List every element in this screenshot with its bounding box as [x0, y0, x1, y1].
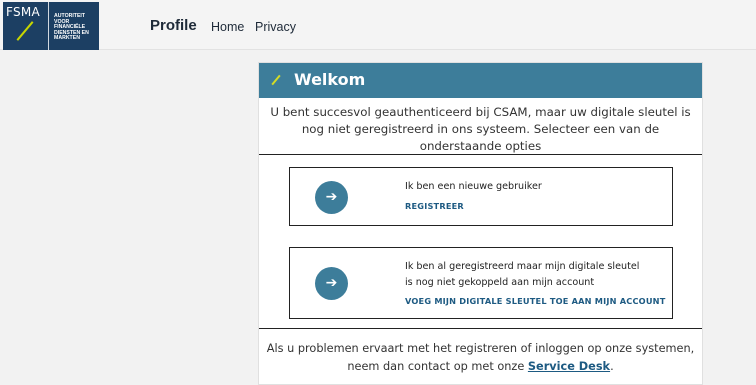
option-new-user[interactable]: ➔ Ik ben een nieuwe gebruiker REGISTREER	[289, 167, 673, 226]
divider	[259, 328, 702, 329]
register-link[interactable]: REGISTREER	[405, 201, 464, 211]
card-title: Welkom	[294, 70, 366, 89]
arrow-right-icon[interactable]: ➔	[315, 181, 348, 214]
help-text-body: Als u problemen ervaart met het registre…	[266, 342, 695, 373]
welcome-card: Welkom U bent succesvol geauthenticeerd …	[258, 62, 703, 385]
option-label-line: is nog niet gekoppeld aan mijn account	[405, 277, 595, 288]
option-label-line: Ik ben al geregistreerd maar mijn digita…	[405, 261, 640, 272]
slash-icon	[271, 74, 281, 86]
nav-link-privacy[interactable]: Privacy	[255, 20, 296, 34]
brand-link-profile[interactable]: Profile	[150, 17, 197, 34]
service-desk-link[interactable]: Service Desk	[528, 360, 610, 373]
card-header: Welkom	[259, 63, 702, 98]
logo-slash-icon	[16, 21, 34, 41]
option-existing-user[interactable]: ➔ Ik ben al geregistreerd maar mijn digi…	[289, 247, 673, 319]
logo-abbr: FSMA	[6, 5, 41, 19]
fsma-logo[interactable]: FSMA AUTORITEIT VOOR FINANCIËLE DIENSTEN…	[3, 2, 99, 50]
top-navbar: FSMA AUTORITEIT VOOR FINANCIËLE DIENSTEN…	[0, 0, 756, 50]
option-label: Ik ben een nieuwe gebruiker	[405, 181, 542, 192]
logo-text: AUTORITEIT VOOR FINANCIËLE DIENSTEN EN M…	[49, 2, 99, 50]
intro-text: U bent succesvol geauthenticeerd bij CSA…	[270, 105, 691, 153]
help-text-end: .	[610, 360, 614, 373]
arrow-right-icon[interactable]: ➔	[315, 267, 348, 300]
logo-line: MARKTEN	[54, 35, 80, 42]
option-label: Ik ben al geregistreerd maar mijn digita…	[405, 259, 639, 291]
nav-link-home[interactable]: Home	[211, 20, 244, 34]
divider	[259, 154, 702, 155]
logo-mark: FSMA	[3, 2, 49, 50]
help-text: Als u problemen ervaart met het registre…	[259, 340, 702, 376]
link-key-to-account-link[interactable]: VOEG MIJN DIGITALE SLEUTEL TOE AAN MIJN …	[405, 296, 666, 306]
